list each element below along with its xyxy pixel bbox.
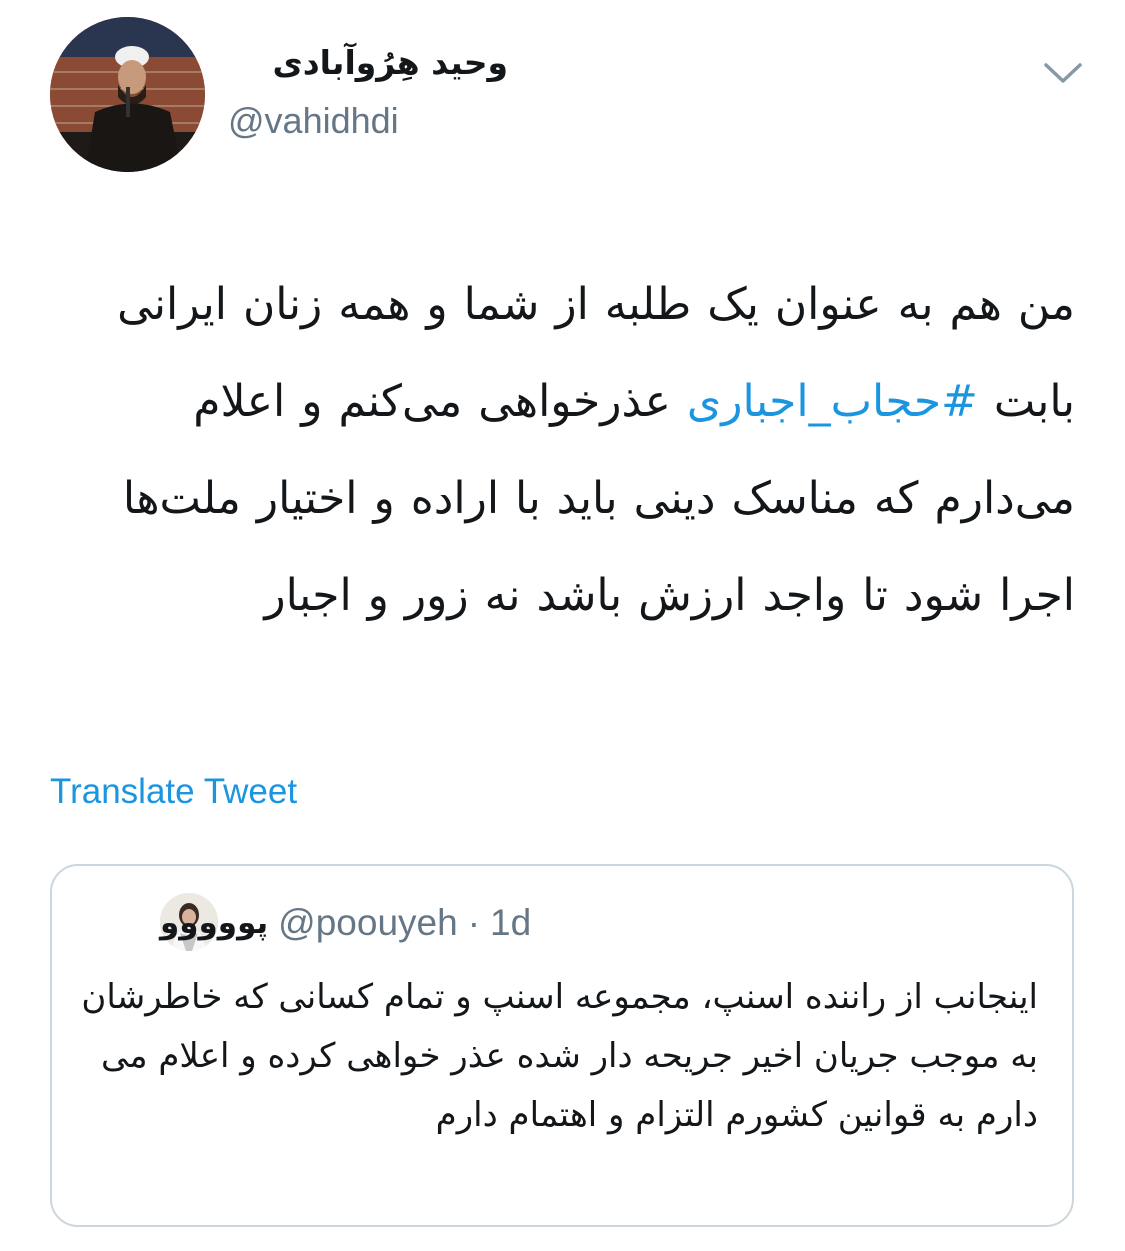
tweet-menu-button[interactable]	[1042, 58, 1084, 88]
quoted-author-handle: @poouyeh	[278, 902, 458, 943]
quoted-separator: ·	[467, 902, 481, 943]
quoted-timestamp: 1d	[490, 902, 532, 943]
hashtag-link[interactable]: #حجاب_اجباری	[687, 376, 978, 427]
author-avatar[interactable]	[50, 17, 205, 172]
quoted-author-name: پووووو	[160, 905, 269, 941]
chevron-down-icon	[1044, 63, 1082, 83]
tweet-text: من هم به عنوان یک طلبه از شما و همه زنان…	[50, 256, 1075, 644]
author-avatar-image	[50, 17, 205, 172]
author-display-name[interactable]: وحید هِرُوآبادی	[228, 38, 508, 88]
quoted-tweet-text: اینجانب از راننده اسنپ، مجموعه اسنپ و تم…	[81, 977, 1038, 1135]
translate-tweet-link[interactable]: Translate Tweet	[50, 768, 297, 816]
quoted-tweet-header: پووووو @poouyeh · 1d	[160, 898, 531, 948]
author-handle[interactable]: @vahidhdi	[228, 97, 399, 145]
